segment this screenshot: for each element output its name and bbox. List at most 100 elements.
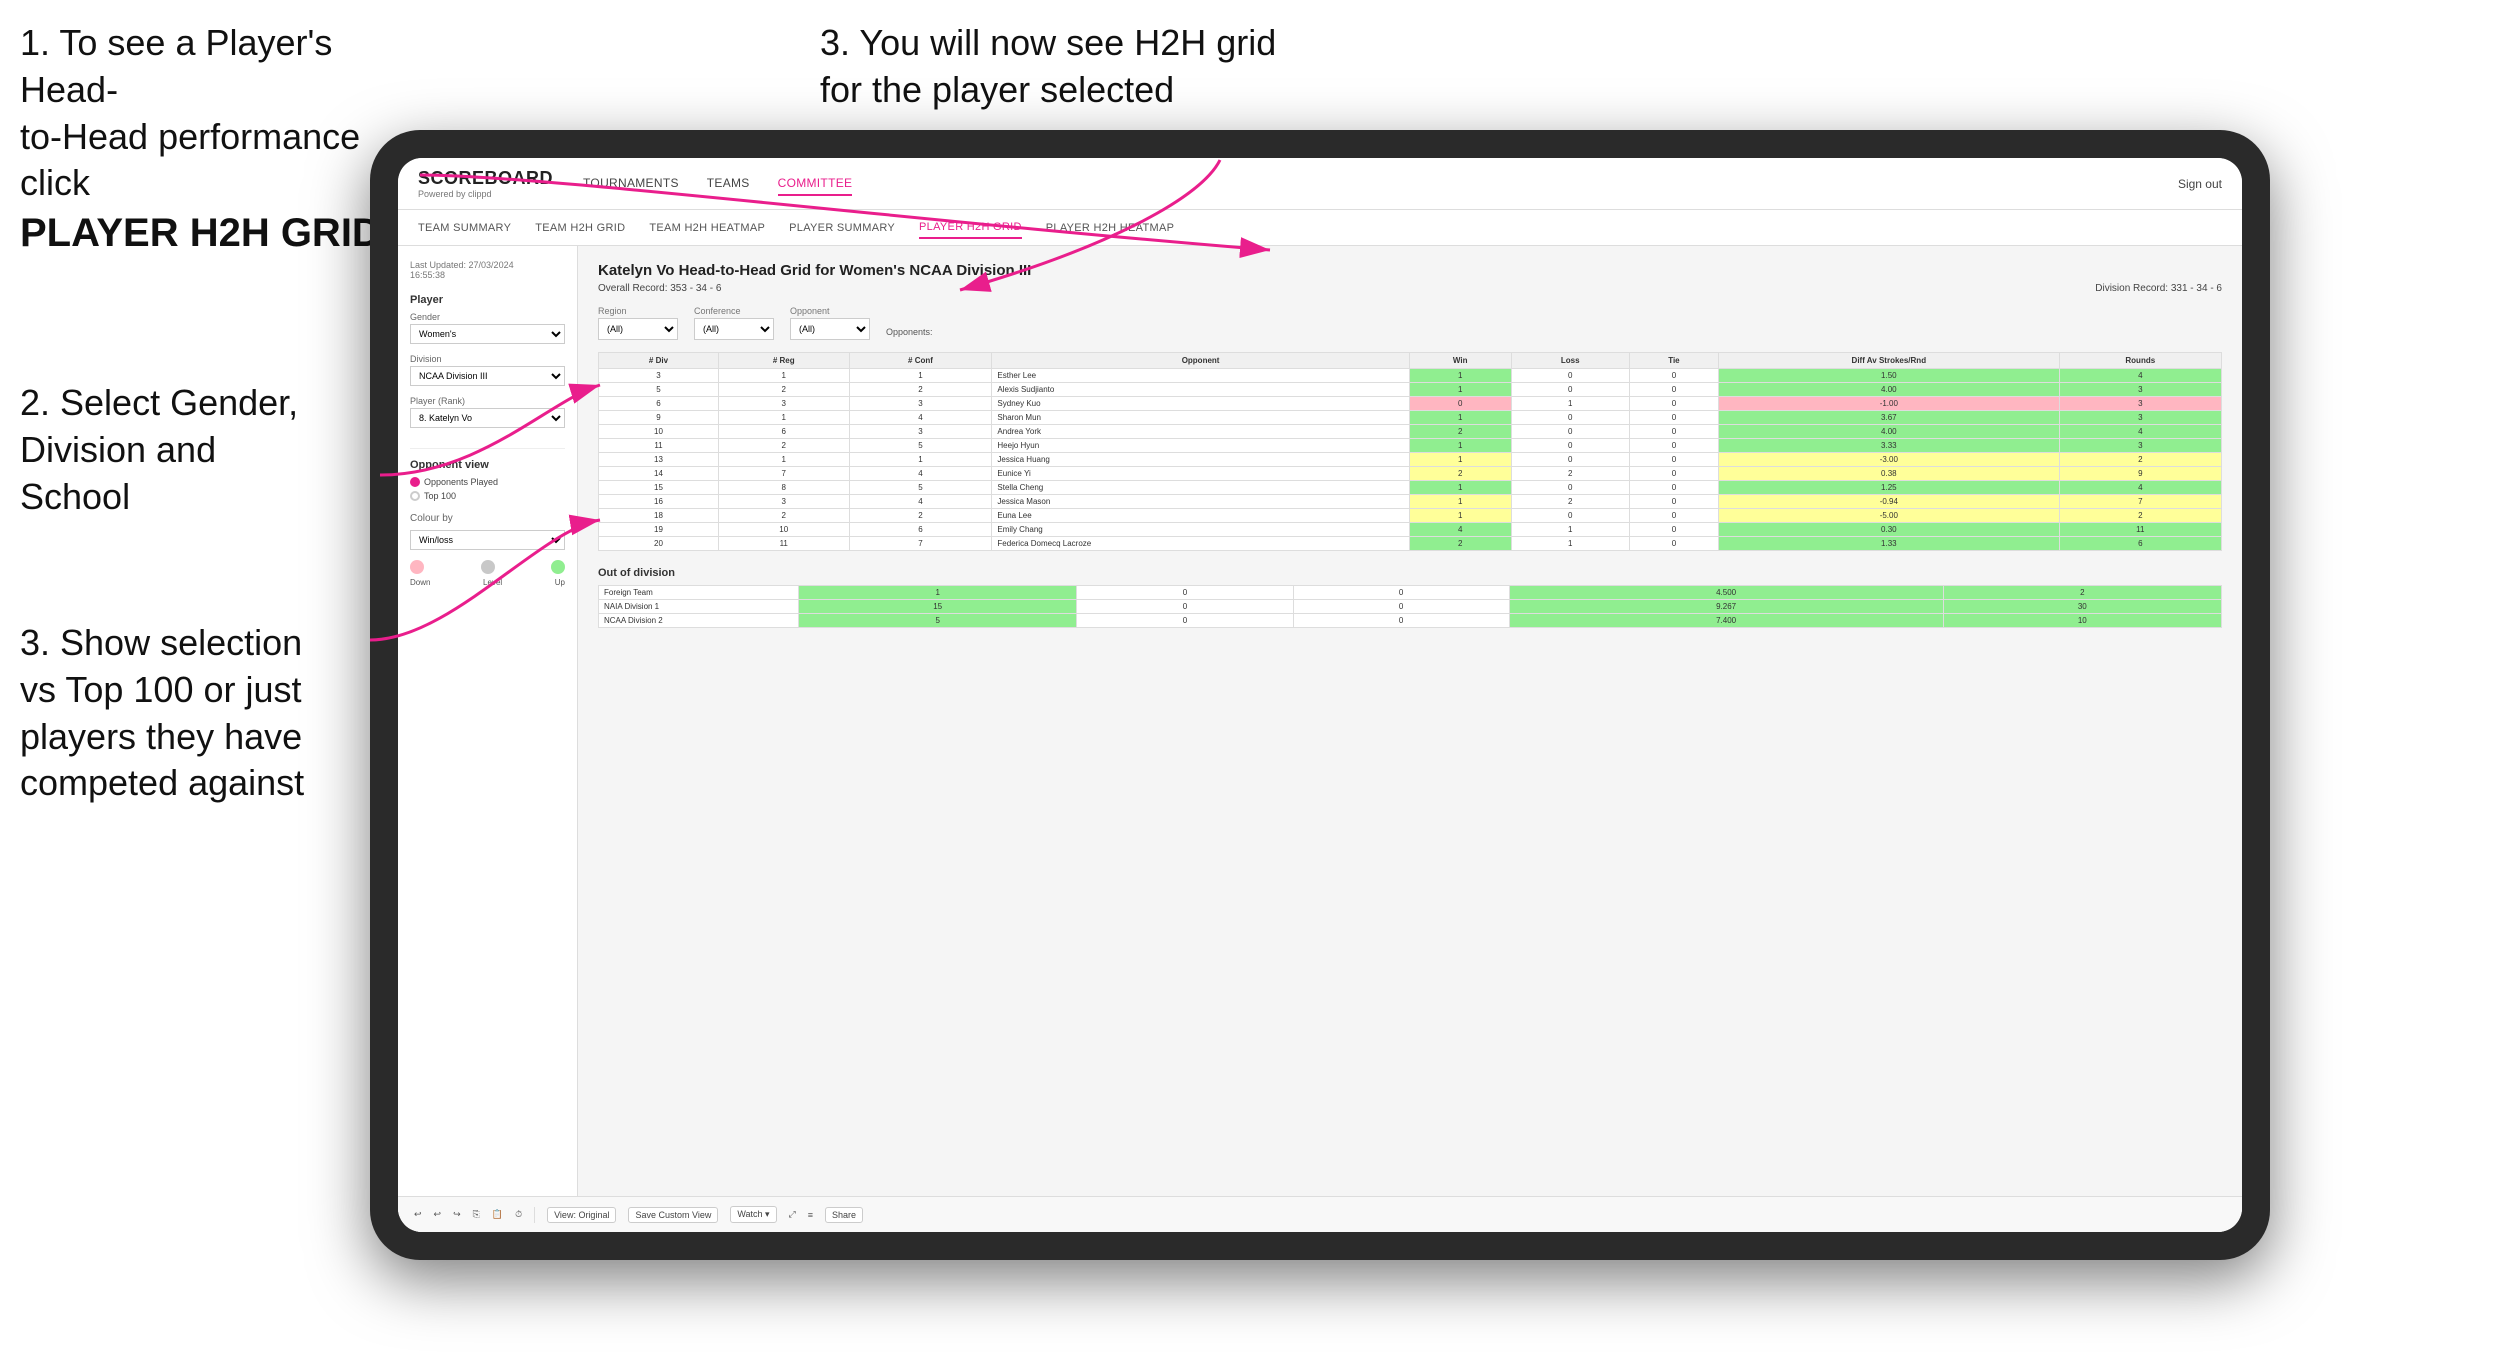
ood-rounds: 2 <box>1943 586 2221 600</box>
cell-opponent: Jessica Huang <box>992 453 1409 467</box>
cell-tie: 0 <box>1629 467 1718 481</box>
th-loss: Loss <box>1511 353 1629 369</box>
cell-tie: 0 <box>1629 439 1718 453</box>
ood-loss: 0 <box>1077 600 1293 614</box>
cell-rounds: 4 <box>2059 481 2221 495</box>
cell-opponent: Federica Domecq Lacroze <box>992 537 1409 551</box>
panel-timestamp: Last Updated: 27/03/2024 16:55:38 <box>410 260 565 280</box>
region-filter-select[interactable]: (All) <box>598 318 678 340</box>
table-row: 11 2 5 Heejo Hyun 1 0 0 3.33 3 <box>599 439 2222 453</box>
cell-div: 15 <box>599 481 719 495</box>
cell-div: 3 <box>599 369 719 383</box>
cell-win: 1 <box>1409 383 1511 397</box>
colour-by-select[interactable]: Win/loss <box>410 530 565 550</box>
cell-win: 2 <box>1409 537 1511 551</box>
colour-by-label: Colour by <box>410 513 565 524</box>
out-of-division-title: Out of division <box>598 567 2222 579</box>
cell-tie: 0 <box>1629 425 1718 439</box>
cell-reg: 10 <box>718 523 849 537</box>
cell-diff: -5.00 <box>1719 509 2060 523</box>
cell-div: 20 <box>599 537 719 551</box>
cell-win: 1 <box>1409 509 1511 523</box>
nav-links: TOURNAMENTS TEAMS COMMITTEE <box>583 172 2178 196</box>
cell-win: 2 <box>1409 467 1511 481</box>
cell-tie: 0 <box>1629 369 1718 383</box>
cell-div: 14 <box>599 467 719 481</box>
opponent-filter-select[interactable]: (All) <box>790 318 870 340</box>
sub-nav-team-h2h-heatmap[interactable]: TEAM H2H HEATMAP <box>649 218 765 238</box>
cell-opponent: Alexis Sudjianto <box>992 383 1409 397</box>
cell-rounds: 3 <box>2059 411 2221 425</box>
ood-name: NCAA Division 2 <box>599 614 799 628</box>
cell-conf: 3 <box>849 397 992 411</box>
cell-reg: 2 <box>718 383 849 397</box>
table-row: 3 1 1 Esther Lee 1 0 0 1.50 4 <box>599 369 2222 383</box>
cell-win: 0 <box>1409 397 1511 411</box>
opponent-filter-group: Opponent (All) <box>790 306 870 340</box>
logo-text: SCOREBOARD <box>418 168 553 189</box>
sign-out-link[interactable]: Sign out <box>2178 177 2222 191</box>
instruction-2: 2. Select Gender, Division and School <box>20 380 298 520</box>
th-rounds: Rounds <box>2059 353 2221 369</box>
cell-loss: 0 <box>1511 383 1629 397</box>
main-content: Last Updated: 27/03/2024 16:55:38 Player… <box>398 246 2242 1232</box>
ood-rounds: 30 <box>1943 600 2221 614</box>
view-original-btn[interactable]: View: Original <box>578 1207 616 1223</box>
player-rank-select[interactable]: 8. Katelyn Vo <box>410 408 565 428</box>
cell-conf: 6 <box>849 523 992 537</box>
gender-select[interactable]: Women's <box>410 324 565 344</box>
toolbar-icon2[interactable]: ≡ <box>808 1210 813 1220</box>
cell-opponent: Emily Chang <box>992 523 1409 537</box>
ood-table-row: NCAA Division 2 5 0 0 7.400 10 <box>599 614 2222 628</box>
radio-opponents-played[interactable]: Opponents Played <box>410 477 565 487</box>
cell-conf: 5 <box>849 439 992 453</box>
sub-nav: TEAM SUMMARY TEAM H2H GRID TEAM H2H HEAT… <box>398 210 2242 246</box>
cell-tie: 0 <box>1629 383 1718 397</box>
cell-rounds: 6 <box>2059 537 2221 551</box>
cell-rounds: 9 <box>2059 467 2221 481</box>
ood-rounds: 10 <box>1943 614 2221 628</box>
table-row: 5 2 2 Alexis Sudjianto 1 0 0 4.00 3 <box>599 383 2222 397</box>
radio-group: Opponents Played Top 100 <box>410 477 565 501</box>
cell-rounds: 4 <box>2059 369 2221 383</box>
division-select[interactable]: NCAA Division III <box>410 366 565 386</box>
sub-nav-player-h2h-heatmap[interactable]: PLAYER H2H HEATMAP <box>1046 218 1174 238</box>
sub-nav-player-summary[interactable]: PLAYER SUMMARY <box>789 218 895 238</box>
save-custom-btn[interactable]: Save Custom View <box>628 1207 718 1223</box>
nav-committee[interactable]: COMMITTEE <box>778 172 853 196</box>
cell-opponent: Sharon Mun <box>992 411 1409 425</box>
cell-rounds: 11 <box>2059 523 2221 537</box>
division-label: Division <box>410 354 565 364</box>
cell-loss: 0 <box>1511 411 1629 425</box>
nav-tournaments[interactable]: TOURNAMENTS <box>583 172 679 196</box>
tablet-frame: SCOREBOARD Powered by clippd TOURNAMENTS… <box>370 130 2270 1260</box>
table-row: 9 1 4 Sharon Mun 1 0 0 3.67 3 <box>599 411 2222 425</box>
nav-teams[interactable]: TEAMS <box>707 172 750 196</box>
cell-div: 5 <box>599 383 719 397</box>
cell-tie: 0 <box>1629 523 1718 537</box>
share-btn[interactable]: Share <box>825 1207 863 1223</box>
cell-reg: 3 <box>718 397 849 411</box>
conference-filter-label: Conference <box>694 306 774 316</box>
th-conf: # Conf <box>849 353 992 369</box>
sub-nav-player-h2h-grid[interactable]: PLAYER H2H GRID <box>919 217 1022 239</box>
tablet-screen: SCOREBOARD Powered by clippd TOURNAMENTS… <box>398 158 2242 1232</box>
table-row: 20 11 7 Federica Domecq Lacroze 2 1 0 1.… <box>599 537 2222 551</box>
sub-nav-team-h2h-grid[interactable]: TEAM H2H GRID <box>535 218 625 238</box>
th-div: # Div <box>599 353 719 369</box>
ood-win: 1 <box>799 586 1077 600</box>
cell-reg: 1 <box>718 369 849 383</box>
cell-win: 1 <box>1409 453 1511 467</box>
watch-btn[interactable]: Watch ▾ <box>730 1206 776 1223</box>
conference-filter-select[interactable]: (All) <box>694 318 774 340</box>
cell-tie: 0 <box>1629 537 1718 551</box>
cell-div: 9 <box>599 411 719 425</box>
sub-nav-team-summary[interactable]: TEAM SUMMARY <box>418 218 511 238</box>
cell-rounds: 3 <box>2059 439 2221 453</box>
division-record: Division Record: 331 - 34 - 6 <box>2095 283 2222 294</box>
radio-top100[interactable]: Top 100 <box>410 491 565 501</box>
records-row: Overall Record: 353 - 34 - 6 Division Re… <box>598 283 2222 294</box>
table-row: 13 1 1 Jessica Huang 1 0 0 -3.00 2 <box>599 453 2222 467</box>
cell-conf: 4 <box>849 411 992 425</box>
toolbar-icon1[interactable]: ⤢ <box>789 1209 796 1220</box>
